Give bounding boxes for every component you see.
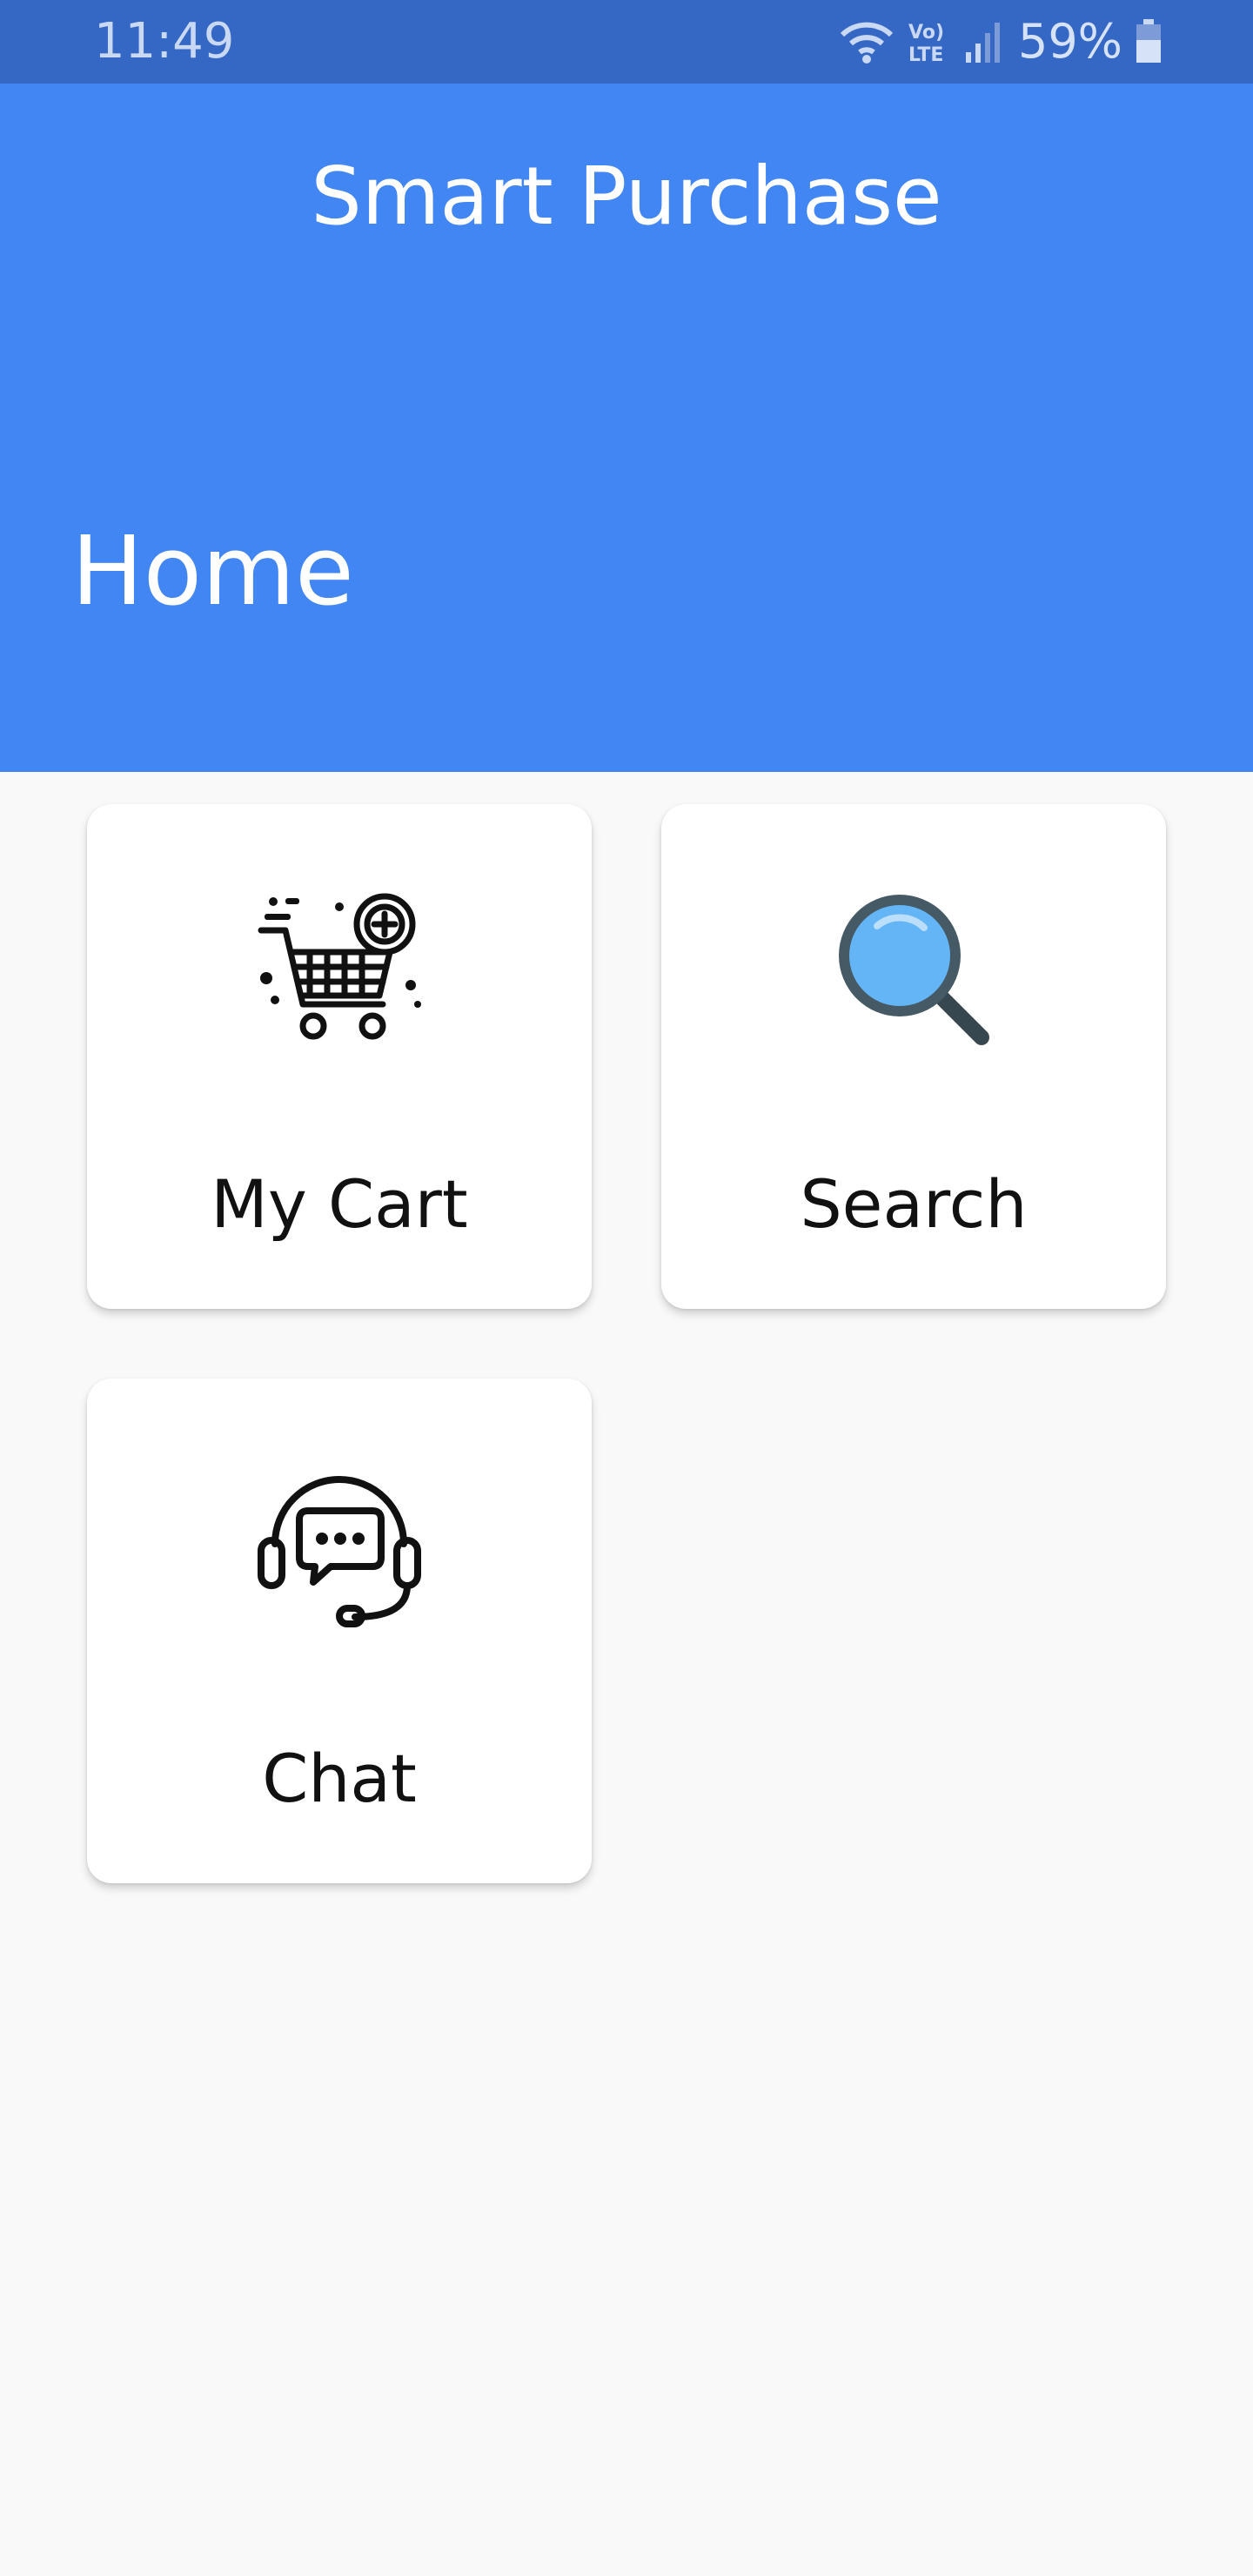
battery-icon: [1135, 17, 1163, 66]
volte-icon: Vo) LTE: [907, 17, 952, 66]
search-label: Search: [800, 1165, 1028, 1243]
headset-chat-icon: [252, 1457, 426, 1631]
wifi-icon: [839, 17, 895, 66]
svg-text:Vo): Vo): [908, 22, 944, 44]
svg-text:LTE: LTE: [908, 44, 943, 66]
app-header: Smart Purchase Home: [0, 84, 1253, 772]
my-cart-card[interactable]: My Cart: [87, 804, 592, 1309]
signal-icon: [964, 17, 1006, 66]
magnifier-icon: [827, 882, 1001, 1057]
my-cart-label: My Cart: [211, 1165, 468, 1243]
battery-percentage: 59%: [1017, 14, 1122, 69]
status-bar: 11:49 Vo) LTE 59%: [0, 0, 1253, 84]
search-card[interactable]: Search: [661, 804, 1166, 1309]
page-title: Home: [71, 515, 354, 627]
status-icons: Vo) LTE 59%: [839, 10, 1163, 73]
shopping-cart-icon: [252, 882, 426, 1057]
app-title: Smart Purchase: [311, 150, 942, 243]
status-time: 11:49: [94, 13, 235, 70]
chat-label: Chat: [262, 1740, 417, 1817]
chat-card[interactable]: Chat: [87, 1379, 592, 1883]
